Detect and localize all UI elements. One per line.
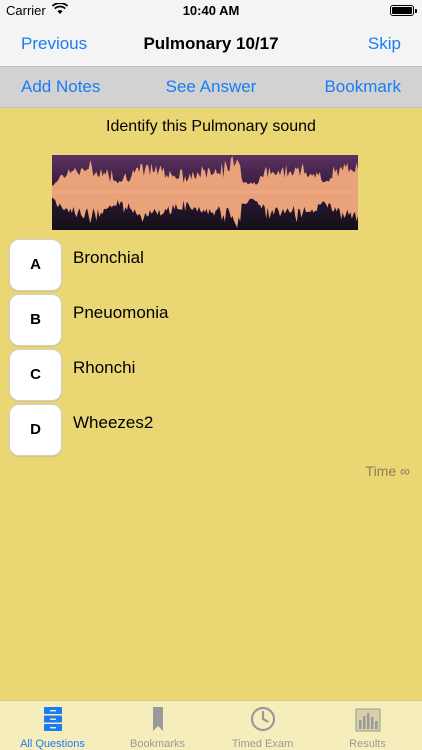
option-key-button[interactable]: C	[9, 349, 62, 401]
timer-label: Time ∞	[365, 463, 410, 479]
option-key-button[interactable]: D	[9, 404, 62, 456]
tab-label: Results	[349, 738, 386, 750]
status-bar: Carrier 10:40 AM	[0, 0, 422, 22]
option-key-button[interactable]: A	[9, 239, 62, 291]
tab-timed-exam[interactable]: Timed Exam	[210, 701, 315, 750]
option-label: Bronchial	[73, 248, 144, 267]
option-key-button[interactable]: B	[9, 294, 62, 346]
option-label: Pneuomonia	[73, 303, 169, 322]
clock-time: 10:40 AM	[182, 3, 240, 18]
bar-chart-icon	[355, 708, 381, 732]
answer-option-c[interactable]: C Rhonchi	[9, 349, 422, 401]
tab-bar: All Questions Bookmarks Timed Exam Resul…	[0, 700, 422, 750]
tab-label: Timed Exam	[231, 738, 294, 750]
option-label: Rhonchi	[73, 358, 136, 377]
tab-all-questions[interactable]: All Questions	[0, 701, 105, 750]
page-title: Pulmonary 10/17	[143, 34, 279, 53]
question-toolbar: Add Notes See Answer Bookmark	[0, 66, 422, 108]
answer-option-a[interactable]: A Bronchial	[9, 239, 422, 291]
audio-waveform[interactable]	[52, 155, 358, 230]
skip-button[interactable]: Skip	[368, 34, 401, 54]
tab-label: All Questions	[20, 738, 85, 750]
option-label: Wheezes2	[73, 413, 154, 432]
answer-option-b[interactable]: B Pneuomonia	[9, 294, 422, 346]
battery-icon	[390, 5, 417, 16]
clock-icon	[250, 706, 276, 732]
bookmark-button[interactable]: Bookmark	[324, 77, 401, 97]
tab-label: Bookmarks	[129, 738, 186, 750]
question-prompt: Identify this Pulmonary sound	[106, 118, 316, 135]
tab-bookmarks[interactable]: Bookmarks	[105, 701, 210, 750]
navigation-bar: Previous Pulmonary 10/17 Skip	[0, 22, 422, 66]
tab-results[interactable]: Results	[315, 701, 420, 750]
answer-option-d[interactable]: D Wheezes2	[9, 404, 422, 456]
bookmark-icon	[153, 707, 163, 731]
list-icon	[44, 707, 62, 731]
